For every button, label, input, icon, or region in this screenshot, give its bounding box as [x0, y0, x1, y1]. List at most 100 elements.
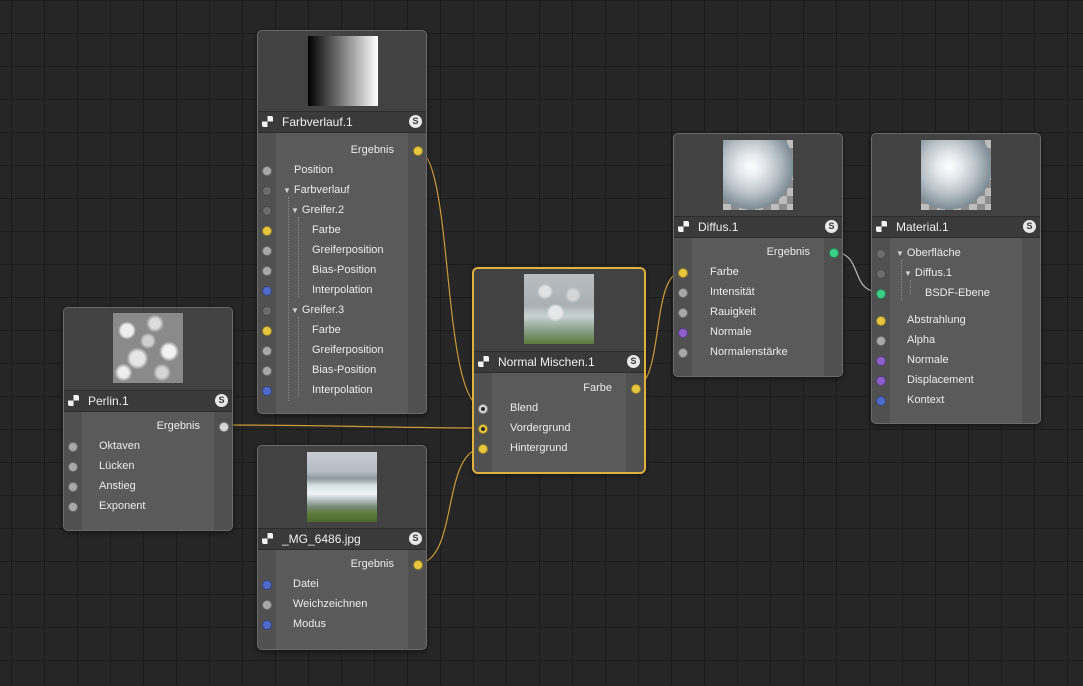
input-port-icon[interactable] [262, 266, 272, 276]
node-diffus[interactable]: Diffus.1 S Ergebnis Farbe Intensität Rau… [673, 133, 843, 377]
output-port-row[interactable]: Ergebnis [64, 417, 232, 437]
expand-triangle-icon[interactable]: ▼ [283, 186, 291, 195]
input-row-normalenstaerke[interactable]: Normalenstärke [674, 343, 842, 363]
input-row-hintergrund[interactable]: Hintergrund [474, 439, 644, 459]
input-port-icon[interactable] [678, 288, 688, 298]
input-port-icon[interactable] [68, 502, 78, 512]
input-row-intensitaet[interactable]: Intensität [674, 283, 842, 303]
input-port-icon[interactable] [262, 166, 272, 176]
input-row-blend[interactable]: Blend [474, 399, 644, 419]
input-row-farbe[interactable]: Farbe [674, 263, 842, 283]
input-port-icon[interactable] [68, 442, 78, 452]
node-perlin[interactable]: Perlin.1 S Ergebnis Oktaven Lücken Ansti… [63, 307, 233, 531]
input-port-icon[interactable] [478, 424, 488, 434]
input-port-icon[interactable] [262, 326, 272, 336]
input-port-icon[interactable] [876, 376, 886, 386]
output-port-row[interactable]: Farbe [474, 379, 644, 399]
input-row-weichzeichnen[interactable]: Weichzeichnen [258, 595, 426, 615]
input-row-greifer3[interactable]: ▼ Greifer.3 [258, 301, 426, 321]
input-row-luecken[interactable]: Lücken [64, 457, 232, 477]
input-port-icon[interactable] [68, 462, 78, 472]
input-row-rauigkeit[interactable]: Rauigkeit [674, 303, 842, 323]
input-port-icon[interactable] [678, 348, 688, 358]
input-row-alpha[interactable]: Alpha [872, 331, 1040, 351]
input-port-icon[interactable] [262, 346, 272, 356]
input-row-bsdf-ebene[interactable]: BSDF-Ebene [872, 284, 1040, 304]
input-row-anstieg[interactable]: Anstieg [64, 477, 232, 497]
output-port-row[interactable]: Ergebnis [258, 141, 426, 161]
node-titlebar[interactable]: _MG_6486.jpg S [258, 528, 426, 550]
node-titlebar[interactable]: Perlin.1 S [64, 390, 232, 412]
input-port-icon[interactable] [678, 308, 688, 318]
input-row-abstrahlung[interactable]: Abstrahlung [872, 311, 1040, 331]
input-row-greiferposition[interactable]: Greiferposition [258, 241, 426, 261]
output-port-icon[interactable] [413, 146, 423, 156]
input-row-oktaven[interactable]: Oktaven [64, 437, 232, 457]
input-port-icon[interactable] [678, 268, 688, 278]
node-material[interactable]: Material.1 S ▼ Oberfläche ▼ Diffus.1 BSDF-… [871, 133, 1041, 424]
solo-icon[interactable]: S [409, 532, 422, 545]
input-port-icon[interactable] [262, 226, 272, 236]
node-titlebar[interactable]: Material.1 S [872, 216, 1040, 238]
input-row-position[interactable]: Position [258, 161, 426, 181]
input-port-icon[interactable] [262, 366, 272, 376]
expand-triangle-icon[interactable]: ▼ [291, 306, 299, 315]
node-titlebar[interactable]: Normal Mischen.1 S [474, 351, 644, 373]
input-row-bias-position[interactable]: Bias-Position [258, 361, 426, 381]
input-row-oberflaeche[interactable]: ▼ Oberfläche [872, 244, 1040, 264]
input-row-bias-position[interactable]: Bias-Position [258, 261, 426, 281]
solo-icon[interactable]: S [215, 394, 228, 407]
input-row-interpolation[interactable]: Interpolation [258, 381, 426, 401]
node-image[interactable]: _MG_6486.jpg S Ergebnis Datei Weichzeich… [257, 445, 427, 650]
expand-triangle-icon[interactable]: ▼ [896, 249, 904, 258]
input-port-icon[interactable] [262, 306, 272, 316]
input-port-icon[interactable] [678, 328, 688, 338]
node-farbverlauf[interactable]: Farbverlauf.1 S Ergebnis Position ▼ Farbv… [257, 30, 427, 414]
input-row-normale[interactable]: Normale [674, 323, 842, 343]
input-port-icon[interactable] [478, 404, 488, 414]
solo-icon[interactable]: S [825, 220, 838, 233]
node-titlebar[interactable]: Diffus.1 S [674, 216, 842, 238]
input-port-icon[interactable] [262, 286, 272, 296]
input-row-datei[interactable]: Datei [258, 575, 426, 595]
input-port-icon[interactable] [262, 206, 272, 216]
input-port-icon[interactable] [876, 249, 886, 259]
input-port-icon[interactable] [262, 620, 272, 630]
input-row-greiferposition[interactable]: Greiferposition [258, 341, 426, 361]
expand-triangle-icon[interactable]: ▼ [291, 206, 299, 215]
input-port-icon[interactable] [876, 336, 886, 346]
expand-triangle-icon[interactable]: ▼ [904, 269, 912, 278]
input-port-icon[interactable] [876, 289, 886, 299]
solo-icon[interactable]: S [1023, 220, 1036, 233]
input-row-normale[interactable]: Normale [872, 351, 1040, 371]
input-row-modus[interactable]: Modus [258, 615, 426, 635]
input-port-icon[interactable] [876, 396, 886, 406]
input-port-icon[interactable] [68, 482, 78, 492]
input-port-icon[interactable] [262, 600, 272, 610]
output-port-icon[interactable] [631, 384, 641, 394]
node-titlebar[interactable]: Farbverlauf.1 S [258, 111, 426, 133]
input-port-icon[interactable] [876, 269, 886, 279]
output-port-row[interactable]: Ergebnis [674, 243, 842, 263]
output-port-icon[interactable] [413, 560, 423, 570]
output-port-icon[interactable] [829, 248, 839, 258]
input-port-icon[interactable] [876, 316, 886, 326]
input-row-diffus[interactable]: ▼ Diffus.1 [872, 264, 1040, 284]
input-row-displacement[interactable]: Displacement [872, 371, 1040, 391]
input-port-icon[interactable] [262, 580, 272, 590]
input-port-icon[interactable] [876, 356, 886, 366]
input-port-icon[interactable] [478, 444, 488, 454]
input-row-interpolation[interactable]: Interpolation [258, 281, 426, 301]
input-port-icon[interactable] [262, 246, 272, 256]
input-row-farbe[interactable]: Farbe [258, 221, 426, 241]
input-row-farbverlauf[interactable]: ▼ Farbverlauf [258, 181, 426, 201]
node-normal-mischen[interactable]: Normal Mischen.1 S Farbe Blend Vordergru… [473, 268, 645, 473]
input-row-vordergrund[interactable]: Vordergrund [474, 419, 644, 439]
output-port-icon[interactable] [219, 422, 229, 432]
input-port-icon[interactable] [262, 386, 272, 396]
output-port-row[interactable]: Ergebnis [258, 555, 426, 575]
solo-icon[interactable]: S [627, 355, 640, 368]
solo-icon[interactable]: S [409, 115, 422, 128]
input-port-icon[interactable] [262, 186, 272, 196]
input-row-greifer2[interactable]: ▼ Greifer.2 [258, 201, 426, 221]
